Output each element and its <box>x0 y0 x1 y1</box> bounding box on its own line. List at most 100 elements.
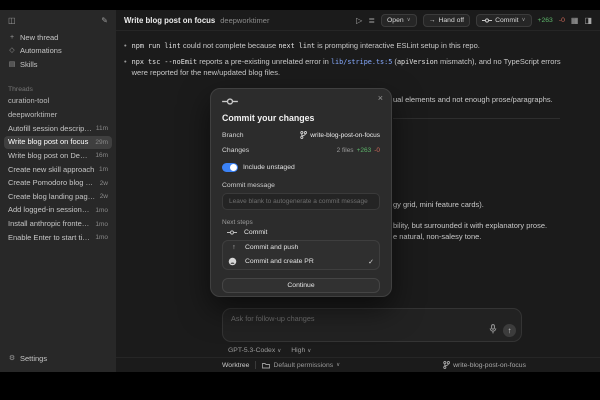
option-label: Commit and push <box>245 244 299 251</box>
thread-item[interactable]: Add logged-in session heatmap 1mo <box>4 204 112 218</box>
sidebar-group-deepworktimer[interactable]: deepworktimer <box>4 109 112 123</box>
commit-button[interactable]: Commit ∨ <box>476 13 532 27</box>
git-branch-icon <box>443 361 451 369</box>
settings-label: Settings <box>20 354 48 363</box>
sidebar-header: ◫ ✎ <box>0 14 116 31</box>
effort-selector[interactable]: High ∨ <box>291 347 311 354</box>
handoff-icon: → <box>428 16 436 24</box>
run-icon[interactable]: ▷ <box>356 16 362 25</box>
bullet-text: npx tsc --noEmit reports a pre-existing … <box>132 56 572 79</box>
check-icon: ✓ <box>368 258 374 266</box>
thread-time: 1mo <box>95 206 108 214</box>
bullet-item: • npx tsc --noEmit reports a pre-existin… <box>124 56 572 79</box>
panel-right-icon[interactable]: ◨ <box>584 16 592 25</box>
sidebar-item-label: Automations <box>20 47 62 56</box>
thread-label: Create blog landing page and foc <box>8 192 96 201</box>
screen: ◫ ✎ + New thread ◇ Automations ▤ Skills … <box>0 0 600 400</box>
thread-label: Enable Enter to start timer <box>8 233 92 242</box>
option-commit-and-create-pr[interactable]: Commit and create PR ✓ <box>223 254 379 269</box>
thread-item[interactable]: Write blog post on Deep Wor 16m <box>4 149 112 163</box>
sidebar-item-automations[interactable]: ◇ Automations <box>4 45 112 59</box>
chevron-down-icon: ∨ <box>277 347 282 354</box>
layout-icon[interactable]: ▦ <box>571 16 579 25</box>
topbar: Write blog post on focus deepworktimer ▷… <box>116 10 600 31</box>
git-commit-icon <box>222 98 238 105</box>
text-span: is prompting interactive ESLint setup in… <box>315 41 480 50</box>
thread-title: Write blog post on focus <box>124 15 216 25</box>
send-button[interactable]: ↑ <box>503 324 516 337</box>
open-button[interactable]: Open ∨ <box>381 13 417 27</box>
push-icon: ↑ <box>232 244 236 251</box>
permissions-selector[interactable]: Default permissions ∨ <box>262 362 340 369</box>
handoff-button[interactable]: → Hand off <box>422 13 471 27</box>
toggle-label: Include unstaged <box>243 164 295 171</box>
new-thread-icon: + <box>9 33 15 41</box>
option-label: Commit and create PR <box>245 258 314 265</box>
model-label: GPT-5.3-Codex <box>228 347 276 354</box>
close-icon[interactable]: × <box>378 93 383 103</box>
bullet-text: npm run lint could not complete because … <box>132 40 480 52</box>
thread-label: Add logged-in session heatmap <box>8 206 91 215</box>
thread-item[interactable]: Enable Enter to start timer 1mo <box>4 231 112 245</box>
thread-label: Write blog post on focus <box>8 138 89 147</box>
thread-item[interactable]: Autofill session description 11m <box>4 122 112 136</box>
thread-item[interactable]: Create blog landing page and foc 2w <box>4 190 112 204</box>
threads-section-label: Threads <box>8 85 33 93</box>
diff-added: +263 <box>537 16 553 24</box>
thread-label: Create new skill approach <box>8 165 95 174</box>
git-commit-icon <box>482 17 493 23</box>
thread-label: Install anthropic frontend skill <box>8 220 91 228</box>
branch-indicator[interactable]: write-blog-post-on-focus <box>443 361 526 369</box>
automations-icon: ◇ <box>9 47 15 55</box>
sidebar-item-settings[interactable]: ⚙ Settings <box>4 352 112 366</box>
project-name: deepworktimer <box>220 15 270 25</box>
occluded-text-fragment: e natural, non-salesy tone. <box>393 232 482 241</box>
code-span: apiVersion <box>396 57 438 66</box>
thread-item[interactable]: Create new skill approach 1m <box>4 163 112 177</box>
mic-icon[interactable] <box>489 324 497 334</box>
effort-label: High <box>291 347 306 354</box>
composer: ↑ <box>222 308 522 342</box>
next-steps-label: Next steps <box>222 219 253 226</box>
bullet-icon: • <box>124 56 127 66</box>
sidebar: ◫ ✎ + New thread ◇ Automations ▤ Skills … <box>0 10 116 372</box>
thread-item-selected[interactable]: Write blog post on focus 29m <box>4 135 112 150</box>
thread-time: 11m <box>95 125 108 133</box>
sidebar-group-curation-tool[interactable]: curation-tool <box>4 95 112 109</box>
text-span: could not complete because <box>180 41 279 50</box>
bullet-item: • npm run lint could not complete becaus… <box>124 40 572 52</box>
thread-item[interactable]: Install anthropic frontend skill 1mo <box>4 218 112 232</box>
terminal-icon[interactable]: ≣ <box>368 16 375 25</box>
sidebar-item-new-thread[interactable]: + New thread <box>4 31 112 45</box>
occluded-text-fragment: bility, but surrounded it with explanato… <box>393 221 548 230</box>
sidebar-toggle-icon[interactable]: ◫ <box>8 16 16 25</box>
option-commit-and-push[interactable]: ↑ Commit and push <box>223 241 379 254</box>
model-selector[interactable]: GPT-5.3-Codex ∨ <box>228 347 281 354</box>
branch-name: write-blog-post-on-focus <box>453 361 526 369</box>
diff-removed: -0 <box>374 147 380 154</box>
folder-icon <box>262 362 271 368</box>
commit-message-input[interactable] <box>222 193 380 210</box>
changes-label: Changes <box>222 147 250 154</box>
sidebar-item-skills[interactable]: ▤ Skills <box>4 58 112 72</box>
changed-files-count: 2 files <box>336 147 354 154</box>
modal-title: Commit your changes <box>222 113 315 123</box>
group-label: deepworktimer <box>8 111 58 119</box>
occluded-text-fragment: gy grid, mini feature cards). <box>393 200 484 209</box>
option-commit[interactable]: Commit <box>222 226 380 239</box>
skills-icon: ▤ <box>8 61 16 69</box>
thread-item[interactable]: Create Pomodoro blog post 2w <box>4 177 112 191</box>
chevron-down-icon: ∨ <box>307 347 312 354</box>
commit-options-panel: ↑ Commit and push Commit and create PR ✓ <box>222 240 380 270</box>
git-commit-icon <box>227 230 237 235</box>
thread-time: 29m <box>95 138 108 146</box>
occluded-text-fragment: ual elements and not enough prose/paragr… <box>393 95 553 104</box>
followup-input[interactable] <box>231 314 479 323</box>
chevron-down-icon: ∨ <box>336 362 341 368</box>
compose-icon[interactable]: ✎ <box>101 16 108 25</box>
worktree-label: Worktree <box>222 361 250 369</box>
include-unstaged-toggle[interactable] <box>222 163 238 172</box>
code-span: npm run lint <box>131 42 181 50</box>
continue-button[interactable]: Continue <box>222 278 380 293</box>
file-link[interactable]: lib/stripe.ts:5 <box>331 58 392 66</box>
